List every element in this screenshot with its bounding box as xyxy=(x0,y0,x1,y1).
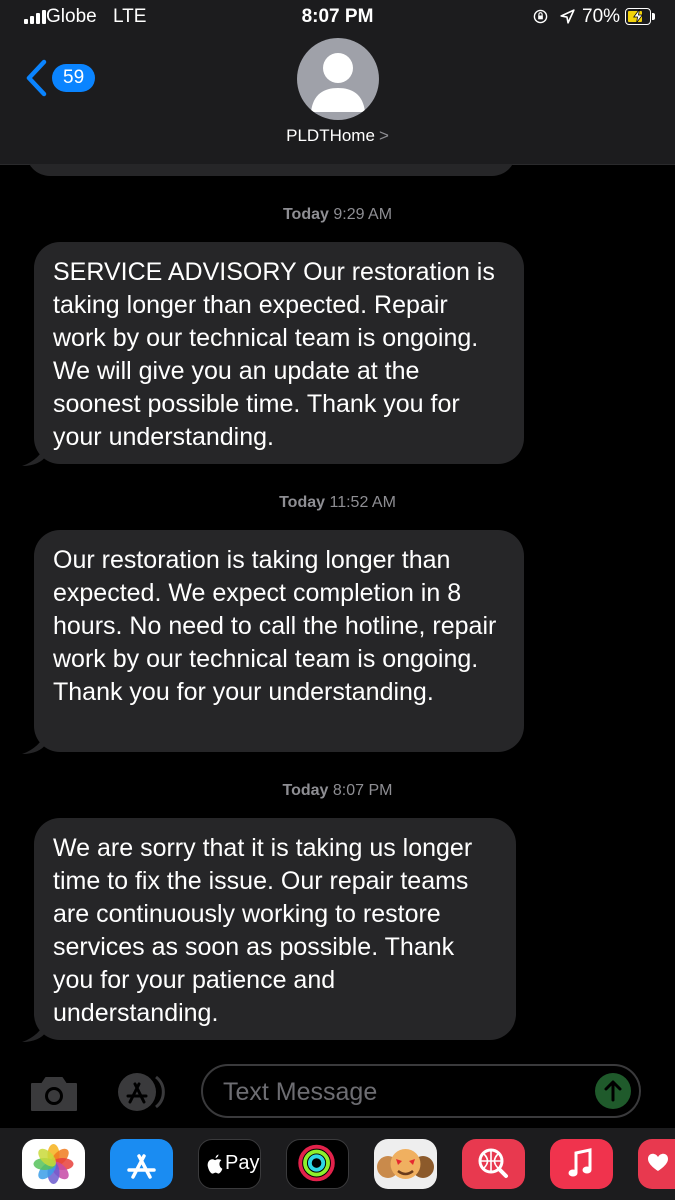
music-icon xyxy=(568,1148,592,1177)
status-bar: Globe LTE 8:07 PM 70% xyxy=(0,0,675,34)
app-drawer: Pay xyxy=(0,1128,675,1200)
back-button[interactable]: 59 xyxy=(24,58,96,98)
digital-touch-icon xyxy=(648,1153,668,1171)
previous-message-bubble[interactable] xyxy=(26,164,516,176)
arrow-up-icon xyxy=(604,1080,622,1102)
conversation-header: 59 PLDTHome > xyxy=(0,34,675,165)
bubble-tail xyxy=(22,1020,46,1042)
orientation-lock-icon xyxy=(533,9,548,24)
contact-avatar[interactable] xyxy=(297,38,379,120)
message-bubble[interactable]: Our restoration is taking longer than ex… xyxy=(34,530,524,752)
message-timestamp: Today 8:07 PM xyxy=(282,782,393,799)
activity-icon xyxy=(298,1144,335,1182)
music-app-button[interactable] xyxy=(550,1139,613,1189)
unread-count-badge: 59 xyxy=(52,64,96,92)
contact-name: PLDTHome xyxy=(286,126,375,145)
photos-app-button[interactable] xyxy=(22,1139,85,1189)
web-search-icon xyxy=(478,1148,508,1178)
message-timestamp: Today 11:52 AM xyxy=(279,494,396,511)
bubble-tail xyxy=(22,444,46,466)
app-store-app-button[interactable] xyxy=(110,1139,173,1189)
apple-pay-app-button[interactable]: Pay xyxy=(198,1139,261,1189)
digital-touch-app-button[interactable] xyxy=(638,1139,675,1189)
memoji-app-button[interactable] xyxy=(374,1139,437,1189)
contact-name-button[interactable]: PLDTHome > xyxy=(0,126,675,146)
battery-percent: 70% xyxy=(582,6,621,27)
camera-button[interactable] xyxy=(28,1074,80,1112)
message-bubble[interactable]: SERVICE ADVISORY Our restoration is taki… xyxy=(34,242,524,464)
battery-cap xyxy=(652,13,655,20)
apps-button[interactable] xyxy=(115,1072,171,1112)
web-search-app-button[interactable] xyxy=(462,1139,525,1189)
chevron-right-icon: > xyxy=(378,126,389,145)
person-icon xyxy=(311,53,365,112)
apple-pay-label: Pay xyxy=(225,1152,260,1174)
memoji-icon xyxy=(377,1149,434,1179)
location-icon xyxy=(560,9,575,24)
send-button[interactable] xyxy=(595,1073,631,1109)
message-timestamp: Today 9:29 AM xyxy=(282,206,393,223)
message-list[interactable]: Today 9:29 AM SERVICE ADVISORY Our resto… xyxy=(0,164,675,1064)
chevron-left-icon xyxy=(26,59,47,97)
photos-icon xyxy=(33,1144,74,1184)
app-store-icon xyxy=(127,1154,156,1179)
message-input[interactable]: Text Message xyxy=(201,1064,641,1118)
message-bubble[interactable]: We are sorry that it is taking us longer… xyxy=(34,818,516,1040)
activity-app-button[interactable] xyxy=(286,1139,349,1189)
message-input-placeholder: Text Message xyxy=(223,1078,378,1106)
battery-icon xyxy=(625,8,651,25)
bubble-tail xyxy=(22,732,46,754)
